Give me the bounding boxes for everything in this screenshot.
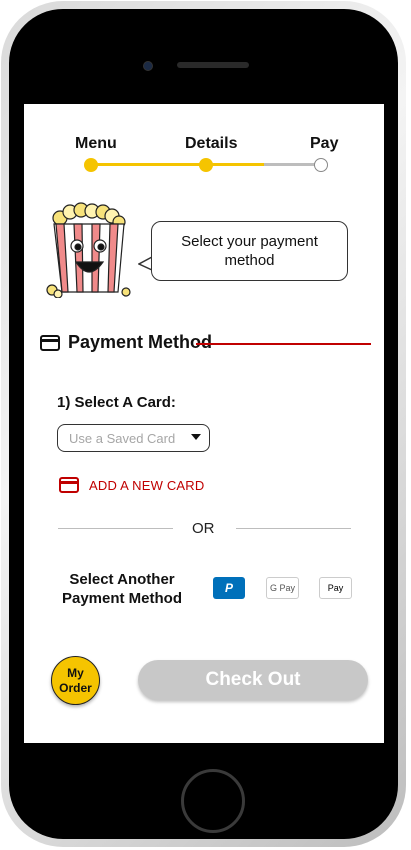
apple-pay-icon: Pay — [327, 583, 344, 593]
chevron-down-icon — [191, 434, 201, 440]
step-menu-dot[interactable] — [84, 158, 98, 172]
section-title: Payment Method — [68, 332, 213, 352]
step-pay-label: Pay — [310, 135, 339, 152]
add-new-card-label: ADD A NEW CARD — [89, 477, 205, 493]
google-pay-icon: G Pay — [269, 583, 295, 593]
front-camera — [143, 61, 153, 71]
payment-method-heading: Payment Method — [40, 332, 212, 353]
my-order-button[interactable]: My Order — [51, 656, 100, 705]
paypal-icon: P — [224, 581, 233, 595]
saved-card-placeholder: Use a Saved Card — [69, 430, 176, 446]
apple-pay-button[interactable]: Pay — [319, 577, 352, 599]
credit-card-icon — [40, 334, 60, 351]
my-order-label: My Order — [59, 665, 92, 695]
select-card-label: 1) Select A Card: — [57, 394, 176, 411]
speech-bubble-text: Select your payment method — [181, 233, 318, 269]
or-divider-text: OR — [192, 520, 215, 537]
check-out-button[interactable]: Check Out — [138, 660, 368, 700]
step-pay-dot — [314, 158, 328, 172]
speech-bubble: Select your payment method — [151, 221, 348, 281]
or-divider-left — [58, 528, 173, 529]
credit-card-icon — [59, 477, 79, 493]
check-out-label: Check Out — [205, 669, 301, 690]
app-screen: Menu Details Pay Select your payment met… — [24, 104, 384, 743]
step-menu-label: Menu — [75, 135, 117, 152]
section-divider — [196, 343, 371, 345]
other-payment-label: Select Another Payment Method — [61, 571, 182, 607]
or-divider-right — [236, 528, 351, 529]
step-details-dot[interactable] — [199, 158, 213, 172]
popcorn-mascot-icon — [46, 202, 131, 298]
earpiece-speaker — [177, 62, 249, 68]
google-pay-button[interactable]: G Pay — [266, 577, 299, 599]
home-button[interactable] — [181, 769, 245, 833]
add-new-card-link[interactable]: ADD A NEW CARD — [59, 477, 204, 493]
step-details-label: Details — [185, 135, 238, 152]
progress-fill — [91, 163, 264, 166]
paypal-button[interactable]: P — [213, 577, 245, 599]
saved-card-select[interactable]: Use a Saved Card — [57, 424, 210, 452]
